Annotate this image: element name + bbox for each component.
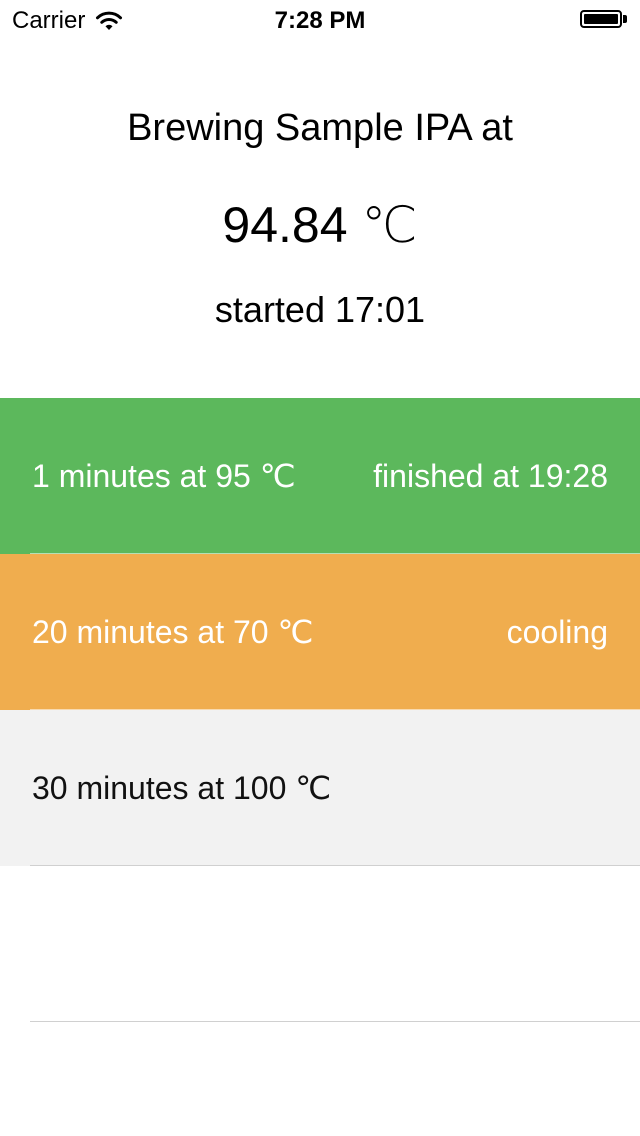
step-list: 1 minutes at 95 ℃ finished at 19:28 20 m… [0, 398, 640, 1022]
brew-title: Brewing Sample IPA at [127, 107, 513, 149]
empty-row [0, 866, 640, 1022]
start-time: started 17:01 [214, 289, 426, 330]
battery-body [580, 10, 622, 28]
status-bar: Carrier 7:28 PM [0, 0, 640, 40]
step-status: cooling [506, 614, 608, 650]
step-row-3[interactable]: 30 minutes at 100 ℃ [0, 710, 640, 866]
step-description: 30 minutes at 100 ℃ [32, 770, 332, 806]
current-temperature: 94.84 ℃ [222, 197, 418, 253]
step-description: 20 minutes at 70 ℃ [32, 614, 314, 650]
step-status: finished at 19:28 [373, 458, 608, 494]
battery-icon [580, 10, 628, 30]
step-row-1[interactable]: 1 minutes at 95 ℃ finished at 19:28 [0, 398, 640, 554]
status-time: 7:28 PM [274, 7, 366, 34]
battery-tip [623, 15, 627, 23]
brew-header: Brewing Sample IPA at 94.84 ℃ started 17… [0, 100, 640, 338]
step-row-2[interactable]: 20 minutes at 70 ℃ cooling [0, 554, 640, 710]
step-description: 1 minutes at 95 ℃ [32, 458, 296, 494]
battery-fill [584, 14, 618, 24]
